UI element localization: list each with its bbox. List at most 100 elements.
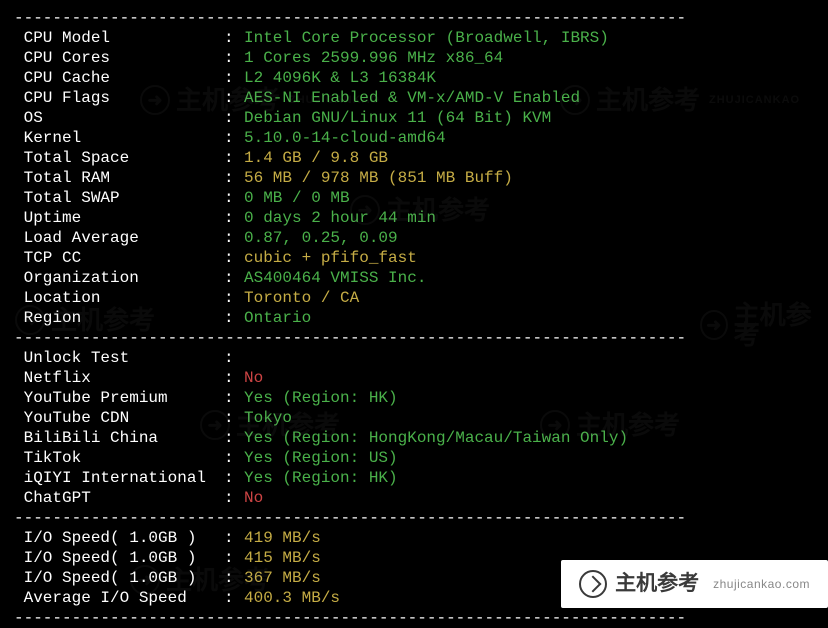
row-label: Average I/O Speed bbox=[14, 588, 224, 608]
row-colon: : bbox=[224, 288, 244, 308]
row-colon: : bbox=[224, 488, 244, 508]
row-label: Location bbox=[14, 288, 224, 308]
row-value: Yes (Region: HongKong/Macau/Taiwan Only) bbox=[244, 428, 628, 448]
row-label: Total RAM bbox=[14, 168, 224, 188]
row-value: 1 Cores 2599.996 MHz x86_64 bbox=[244, 48, 503, 68]
row-colon: : bbox=[224, 228, 244, 248]
row-value: 0 days 2 hour 44 min bbox=[244, 208, 436, 228]
info-row: Total SWAP: 0 MB / 0 MB bbox=[14, 188, 814, 208]
separator-line: ----------------------------------------… bbox=[14, 8, 814, 28]
sysinfo-block: CPU Model: Intel Core Processor (Broadwe… bbox=[14, 28, 814, 328]
row-label: TikTok bbox=[14, 448, 224, 468]
info-row: Netflix: No bbox=[14, 368, 814, 388]
row-label: CPU Model bbox=[14, 28, 224, 48]
separator-line: ----------------------------------------… bbox=[14, 328, 814, 348]
info-row: Region: Ontario bbox=[14, 308, 814, 328]
row-label: CPU Cache bbox=[14, 68, 224, 88]
unlock-header-row: Unlock Test : bbox=[14, 348, 814, 368]
row-label: Total Space bbox=[14, 148, 224, 168]
row-colon: : bbox=[224, 268, 244, 288]
row-colon: : bbox=[224, 588, 244, 608]
row-colon: : bbox=[224, 348, 244, 368]
row-value: Toronto / CA bbox=[244, 288, 359, 308]
info-row: YouTube CDN: Tokyo bbox=[14, 408, 814, 428]
row-colon: : bbox=[224, 248, 244, 268]
row-label: OS bbox=[14, 108, 224, 128]
row-colon: : bbox=[224, 188, 244, 208]
row-value: cubic + pfifo_fast bbox=[244, 248, 417, 268]
row-label: BiliBili China bbox=[14, 428, 224, 448]
row-value: Yes (Region: HK) bbox=[244, 468, 398, 488]
row-label: Load Average bbox=[14, 228, 224, 248]
row-value: 367 MB/s bbox=[244, 568, 321, 588]
row-label: Kernel bbox=[14, 128, 224, 148]
row-colon: : bbox=[224, 528, 244, 548]
row-value: AES-NI Enabled & VM-x/AMD-V Enabled bbox=[244, 88, 580, 108]
row-value: 415 MB/s bbox=[244, 548, 321, 568]
info-row: CPU Flags: AES-NI Enabled & VM-x/AMD-V E… bbox=[14, 88, 814, 108]
row-label: I/O Speed( 1.0GB ) bbox=[14, 528, 224, 548]
row-value: Debian GNU/Linux 11 (64 Bit) KVM bbox=[244, 108, 551, 128]
terminal-output: ----------------------------------------… bbox=[14, 8, 814, 628]
row-label: Total SWAP bbox=[14, 188, 224, 208]
info-row: TikTok: Yes (Region: US) bbox=[14, 448, 814, 468]
info-row: Location: Toronto / CA bbox=[14, 288, 814, 308]
row-colon: : bbox=[224, 68, 244, 88]
logo-icon bbox=[579, 570, 607, 598]
row-colon: : bbox=[224, 148, 244, 168]
row-label: iQIYI International bbox=[14, 468, 224, 488]
info-row: Total Space: 1.4 GB / 9.8 GB bbox=[14, 148, 814, 168]
info-row: Kernel: 5.10.0-14-cloud-amd64 bbox=[14, 128, 814, 148]
row-value: No bbox=[244, 488, 263, 508]
info-row: CPU Model: Intel Core Processor (Broadwe… bbox=[14, 28, 814, 48]
row-label: CPU Cores bbox=[14, 48, 224, 68]
info-row: Organization: AS400464 VMISS Inc. bbox=[14, 268, 814, 288]
row-value: 5.10.0-14-cloud-amd64 bbox=[244, 128, 446, 148]
row-value: Intel Core Processor (Broadwell, IBRS) bbox=[244, 28, 609, 48]
row-colon: : bbox=[224, 108, 244, 128]
row-label: Region bbox=[14, 308, 224, 328]
row-colon: : bbox=[224, 368, 244, 388]
info-row: iQIYI International: Yes (Region: HK) bbox=[14, 468, 814, 488]
row-label: ChatGPT bbox=[14, 488, 224, 508]
row-value: No bbox=[244, 368, 263, 388]
row-colon: : bbox=[224, 308, 244, 328]
row-label: Unlock Test bbox=[14, 348, 224, 368]
row-label: TCP CC bbox=[14, 248, 224, 268]
row-value: 1.4 GB / 9.8 GB bbox=[244, 148, 388, 168]
watermark-text: 主机参考 bbox=[615, 574, 699, 594]
row-value: 400.3 MB/s bbox=[244, 588, 340, 608]
watermark-solid: 主机参考 zhujicankao.com bbox=[561, 560, 828, 608]
row-colon: : bbox=[224, 408, 244, 428]
row-colon: : bbox=[224, 428, 244, 448]
row-colon: : bbox=[224, 88, 244, 108]
row-colon: : bbox=[224, 448, 244, 468]
separator-line: ----------------------------------------… bbox=[14, 608, 814, 628]
row-value: Yes (Region: HK) bbox=[244, 388, 398, 408]
info-row: Uptime: 0 days 2 hour 44 min bbox=[14, 208, 814, 228]
row-value: AS400464 VMISS Inc. bbox=[244, 268, 426, 288]
row-label: YouTube Premium bbox=[14, 388, 224, 408]
row-colon: : bbox=[224, 568, 244, 588]
info-row: CPU Cache: L2 4096K & L3 16384K bbox=[14, 68, 814, 88]
row-value: L2 4096K & L3 16384K bbox=[244, 68, 436, 88]
info-row: I/O Speed( 1.0GB ): 419 MB/s bbox=[14, 528, 814, 548]
info-row: BiliBili China: Yes (Region: HongKong/Ma… bbox=[14, 428, 814, 448]
row-value: Tokyo bbox=[244, 408, 292, 428]
row-value: 0 MB / 0 MB bbox=[244, 188, 350, 208]
info-row: OS: Debian GNU/Linux 11 (64 Bit) KVM bbox=[14, 108, 814, 128]
row-value: 56 MB / 978 MB (851 MB Buff) bbox=[244, 168, 513, 188]
row-colon: : bbox=[224, 128, 244, 148]
row-colon: : bbox=[224, 468, 244, 488]
row-label: I/O Speed( 1.0GB ) bbox=[14, 568, 224, 588]
info-row: Total RAM: 56 MB / 978 MB (851 MB Buff) bbox=[14, 168, 814, 188]
info-row: TCP CC: cubic + pfifo_fast bbox=[14, 248, 814, 268]
separator-line: ----------------------------------------… bbox=[14, 508, 814, 528]
info-row: ChatGPT: No bbox=[14, 488, 814, 508]
row-label: Uptime bbox=[14, 208, 224, 228]
watermark-url: zhujicankao.com bbox=[713, 574, 810, 594]
row-value: Ontario bbox=[244, 308, 311, 328]
row-label: YouTube CDN bbox=[14, 408, 224, 428]
unlock-block: Netflix: No YouTube Premium: Yes (Region… bbox=[14, 368, 814, 508]
info-row: Load Average: 0.87, 0.25, 0.09 bbox=[14, 228, 814, 248]
